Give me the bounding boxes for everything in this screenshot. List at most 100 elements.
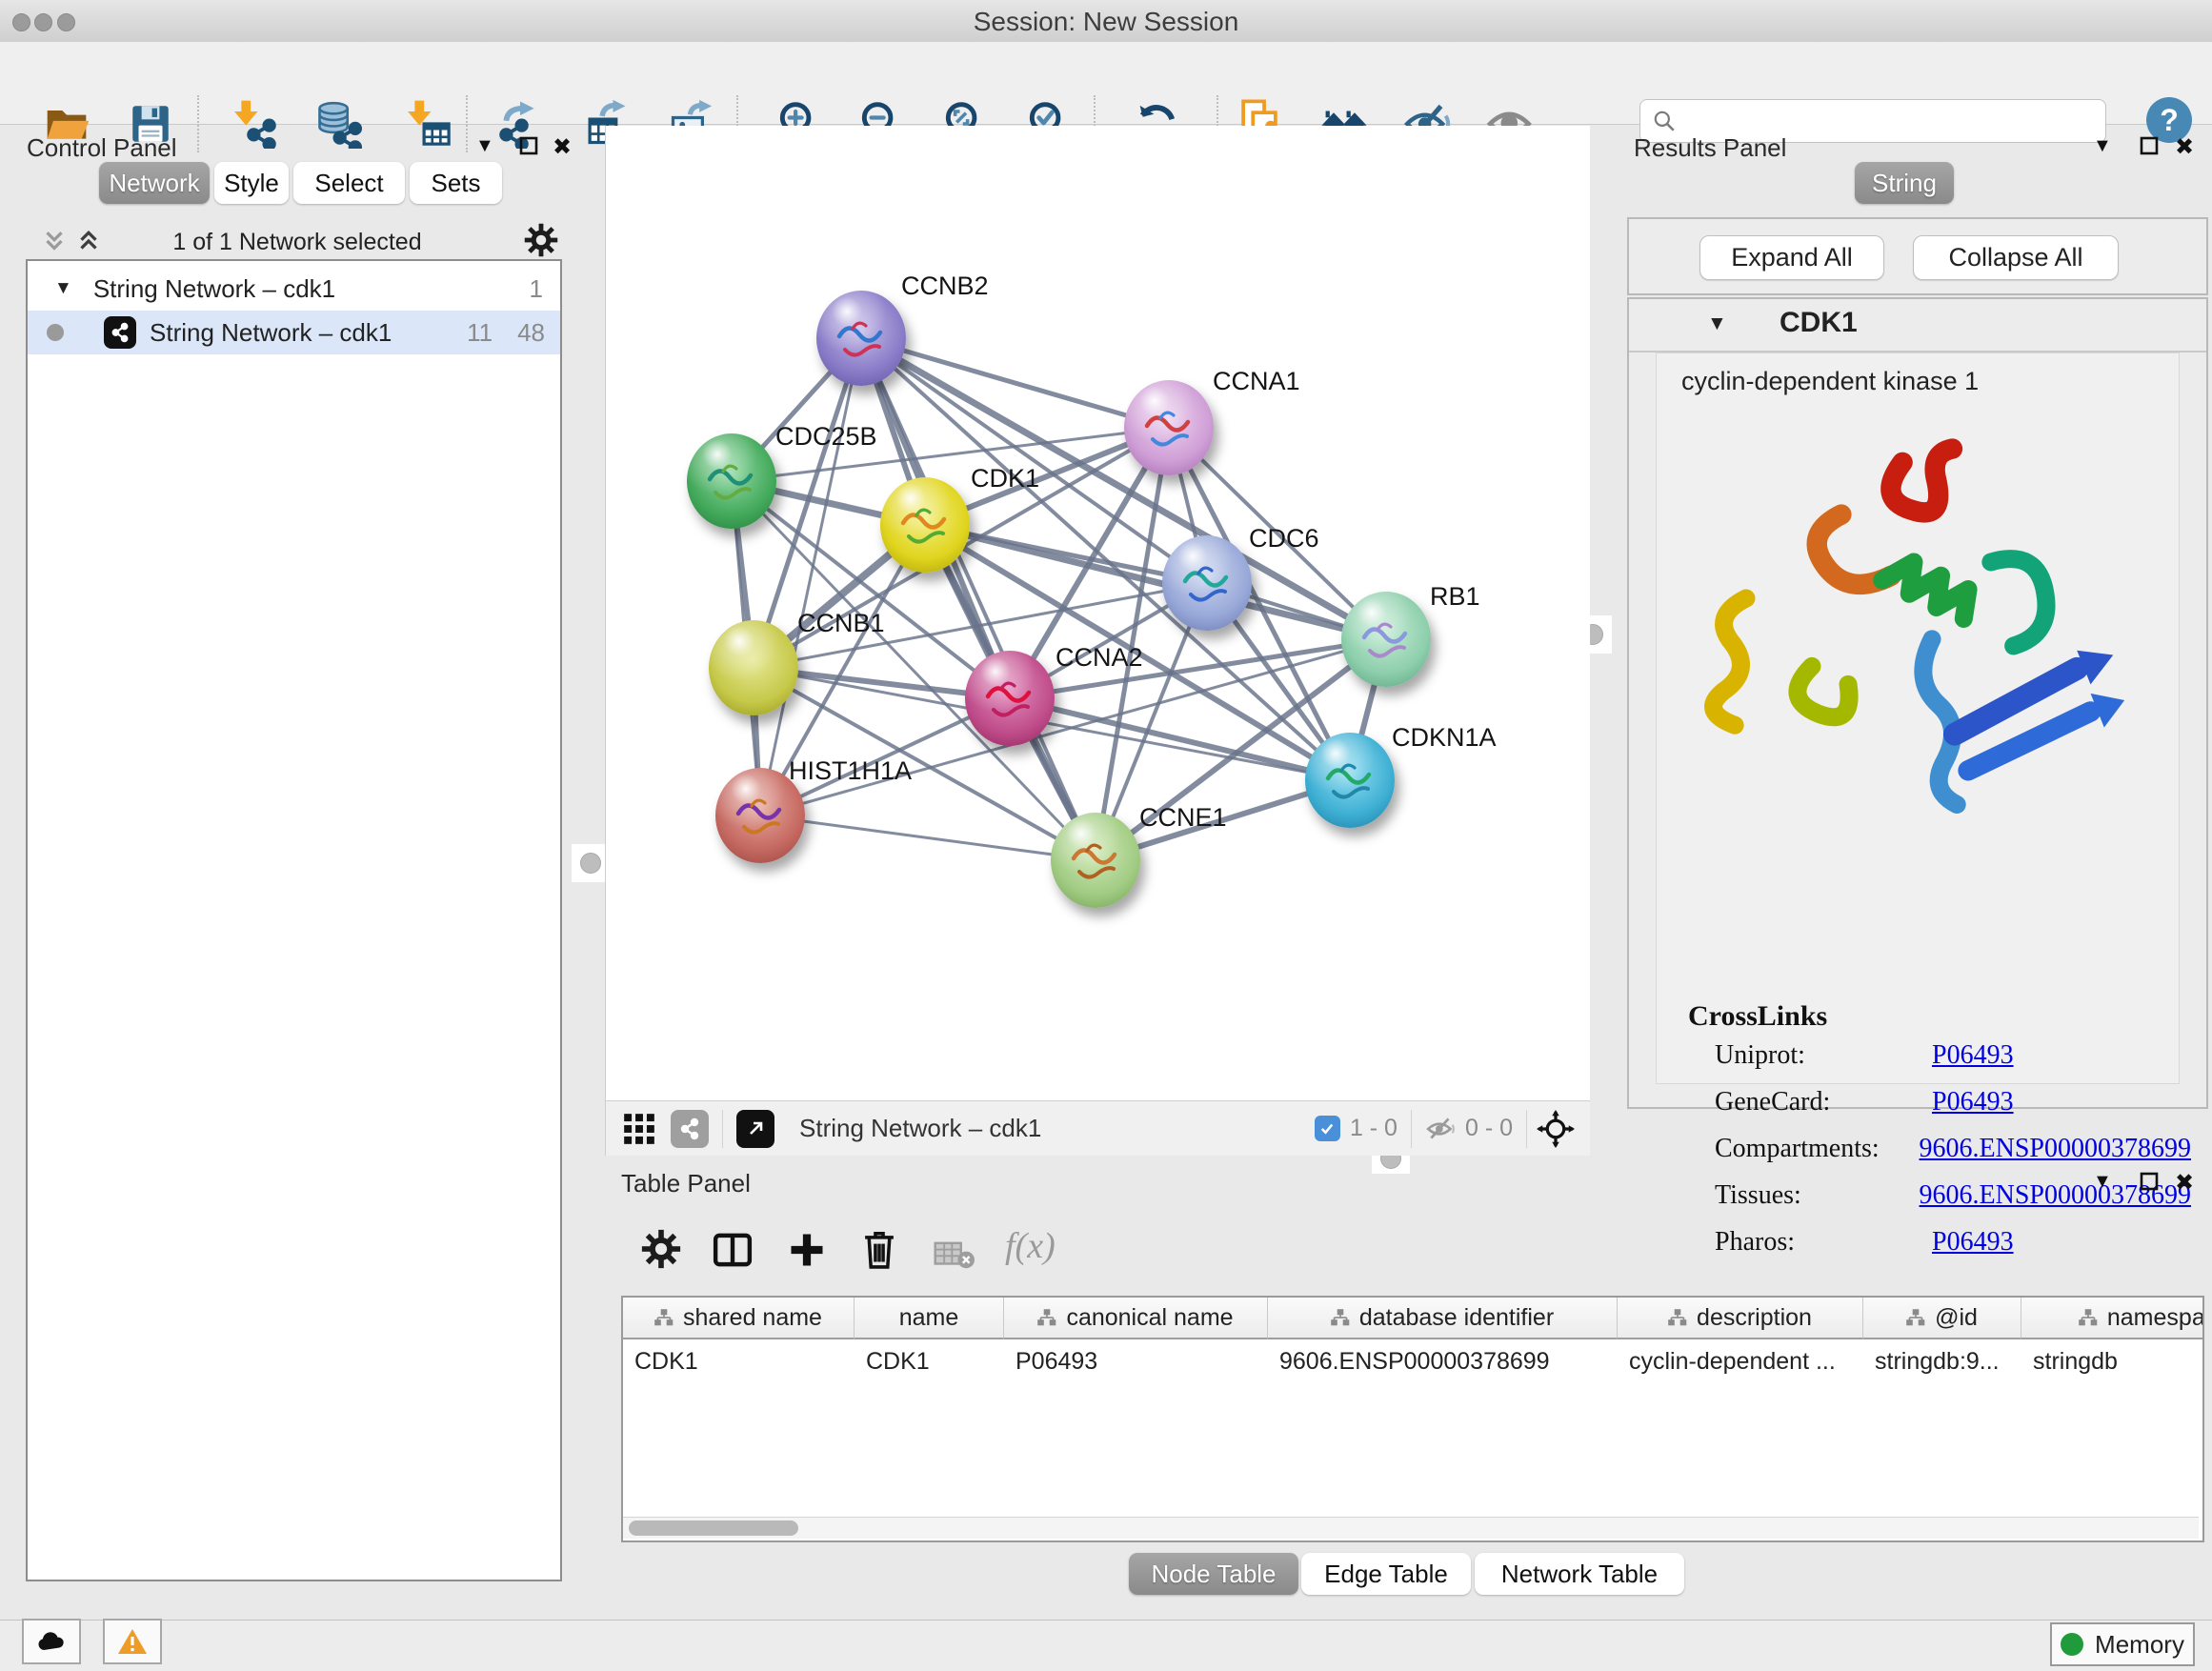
column-type-icon bbox=[2079, 1309, 2098, 1326]
control-panel-close-icon[interactable]: ✖ bbox=[553, 133, 572, 161]
network-canvas[interactable]: CCNB2 CCNA1 CDC25B CDK1 CDC6 RB1CCNB1 CC… bbox=[605, 126, 1590, 1100]
warning-icon bbox=[116, 1627, 149, 1656]
network-collection-row[interactable]: ▼ String Network – cdk1 1 bbox=[28, 267, 560, 311]
network-node-ccnb2[interactable] bbox=[816, 291, 906, 386]
table-cell[interactable]: stringdb:9... bbox=[1863, 1341, 2021, 1381]
node-label-ccna2: CCNA2 bbox=[1056, 643, 1143, 673]
network-node-ccna2[interactable] bbox=[965, 651, 1055, 746]
table-options-gear-icon[interactable] bbox=[641, 1229, 681, 1269]
string-view-icon[interactable] bbox=[671, 1110, 709, 1148]
column-header[interactable]: @id bbox=[1863, 1298, 2021, 1339]
protein-card: ▼ CDK1 cyclin-dependent kinase 1 bbox=[1627, 297, 2208, 1109]
network-collection-count: 1 bbox=[530, 274, 543, 304]
network-node-ccne1[interactable] bbox=[1051, 813, 1140, 908]
tree-expander-icon[interactable]: ▼ bbox=[54, 278, 72, 299]
tab-style[interactable]: Style bbox=[214, 162, 289, 204]
control-panel-menu-icon[interactable]: ▼ bbox=[475, 135, 494, 157]
create-column-icon[interactable] bbox=[786, 1229, 828, 1271]
network-edge-count: 48 bbox=[517, 318, 545, 348]
birdseye-toggle-icon[interactable] bbox=[1537, 1110, 1575, 1148]
network-list: ▼ String Network – cdk1 1 String Network… bbox=[26, 259, 562, 1581]
protein-structure-thumb bbox=[965, 651, 1055, 746]
control-panel-float-icon[interactable] bbox=[518, 135, 539, 156]
left-splitter-handle[interactable] bbox=[572, 844, 610, 882]
tab-edge-table[interactable]: Edge Table bbox=[1301, 1553, 1471, 1595]
tab-network-table[interactable]: Network Table bbox=[1475, 1553, 1684, 1595]
network-node-cdk1[interactable] bbox=[880, 477, 970, 573]
results-panel-close-icon[interactable]: ✖ bbox=[2175, 133, 2194, 161]
crosslink-link[interactable]: P06493 bbox=[1932, 1040, 2014, 1071]
control-panel-title: Control Panel bbox=[27, 133, 177, 163]
column-type-icon bbox=[1037, 1309, 1056, 1326]
crosslink-link[interactable]: 9606.ENSP00000378699 bbox=[1920, 1134, 2191, 1164]
column-header[interactable]: shared name bbox=[623, 1298, 855, 1339]
protein-structure-thumb bbox=[816, 291, 906, 386]
column-header[interactable]: namespace bbox=[2021, 1298, 2204, 1339]
crosslink-label: Uniprot: bbox=[1715, 1040, 1932, 1071]
network-node-ccnb1[interactable] bbox=[709, 620, 798, 715]
detach-view-icon[interactable] bbox=[736, 1110, 774, 1148]
node-label-cdk1: CDK1 bbox=[971, 464, 1039, 493]
warnings-button[interactable] bbox=[103, 1619, 162, 1664]
column-header[interactable]: description bbox=[1618, 1298, 1863, 1339]
crosslink-row: Uniprot: P06493 bbox=[1715, 1040, 2191, 1071]
node-label-cdc6: CDC6 bbox=[1249, 524, 1319, 554]
crosslink-link[interactable]: P06493 bbox=[1932, 1087, 2014, 1117]
table-panel-close-icon[interactable]: ✖ bbox=[2175, 1169, 2194, 1197]
network-node-ccna1[interactable] bbox=[1124, 380, 1214, 475]
node-label-ccna1: CCNA1 bbox=[1213, 367, 1300, 396]
node-label-cdkn1a: CDKN1A bbox=[1392, 723, 1497, 753]
selected-checkbox-icon[interactable] bbox=[1315, 1116, 1340, 1141]
network-edge[interactable] bbox=[760, 338, 861, 815]
expand-all-button[interactable]: Expand All bbox=[1699, 235, 1884, 280]
table-panel-float-icon[interactable] bbox=[2139, 1171, 2160, 1192]
column-header[interactable]: name bbox=[855, 1298, 1004, 1339]
tab-select[interactable]: Select bbox=[293, 162, 405, 204]
table-cell[interactable]: 9606.ENSP00000378699 bbox=[1268, 1341, 1618, 1381]
memory-label: Memory bbox=[2095, 1630, 2184, 1660]
network-view-toolbar: String Network – cdk1 1 - 0 0 - 0 bbox=[605, 1100, 1590, 1156]
memory-status-icon bbox=[2061, 1633, 2083, 1656]
tab-network[interactable]: Network bbox=[99, 162, 210, 204]
results-panel-menu-icon[interactable]: ▼ bbox=[2093, 135, 2112, 157]
grid-view-icon[interactable] bbox=[621, 1111, 657, 1147]
network-edge[interactable] bbox=[760, 815, 1096, 860]
column-type-icon bbox=[654, 1309, 674, 1326]
status-bar: Memory bbox=[0, 1620, 2212, 1671]
crosslinks-title: CrossLinks bbox=[1688, 1000, 1827, 1033]
table-cell[interactable]: CDK1 bbox=[855, 1341, 1004, 1381]
tab-sets[interactable]: Sets bbox=[410, 162, 502, 204]
column-header[interactable]: canonical name bbox=[1004, 1298, 1268, 1339]
network-node-cdkn1a[interactable] bbox=[1305, 733, 1395, 828]
tab-node-table[interactable]: Node Table bbox=[1129, 1553, 1298, 1595]
network-row-selected[interactable]: String Network – cdk1 11 48 bbox=[28, 311, 560, 354]
tab-string[interactable]: String bbox=[1855, 162, 1954, 204]
results-panel-title: Results Panel bbox=[1634, 133, 1786, 163]
results-actions-box: Expand All Collapse All bbox=[1627, 217, 2208, 295]
node-label-rb1: RB1 bbox=[1430, 582, 1480, 612]
cloud-button[interactable] bbox=[22, 1619, 81, 1664]
node-table[interactable]: shared namenamecanonical namedatabase id… bbox=[621, 1296, 2204, 1542]
network-node-rb1[interactable] bbox=[1341, 592, 1431, 687]
protein-description: cyclin-dependent kinase 1 bbox=[1681, 367, 1979, 396]
network-edge[interactable] bbox=[861, 338, 1169, 428]
table-cell[interactable]: CDK1 bbox=[623, 1341, 855, 1381]
column-header[interactable]: database identifier bbox=[1268, 1298, 1618, 1339]
table-hscrollbar-thumb[interactable] bbox=[629, 1520, 798, 1536]
function-builder-icon: f(x) bbox=[1005, 1225, 1056, 1267]
table-cell[interactable]: P06493 bbox=[1004, 1341, 1268, 1381]
show-columns-icon[interactable] bbox=[712, 1229, 754, 1271]
network-options-gear-icon[interactable] bbox=[524, 223, 558, 257]
collapse-all-button[interactable]: Collapse All bbox=[1913, 235, 2119, 280]
results-panel-float-icon[interactable] bbox=[2139, 135, 2160, 156]
table-cell[interactable]: stringdb bbox=[2021, 1341, 2204, 1381]
protein-structure-thumb bbox=[880, 477, 970, 573]
crosslink-label: GeneCard: bbox=[1715, 1087, 1932, 1117]
protein-expander-icon[interactable]: ▼ bbox=[1707, 312, 1727, 335]
network-node-cdc6[interactable] bbox=[1162, 535, 1252, 631]
network-node-cdc25b[interactable] bbox=[687, 433, 776, 529]
table-panel-menu-icon[interactable]: ▼ bbox=[2093, 1171, 2112, 1193]
table-cell[interactable]: cyclin-dependent ... bbox=[1618, 1341, 1863, 1381]
delete-column-icon[interactable] bbox=[858, 1227, 900, 1271]
memory-button[interactable]: Memory bbox=[2050, 1622, 2195, 1666]
